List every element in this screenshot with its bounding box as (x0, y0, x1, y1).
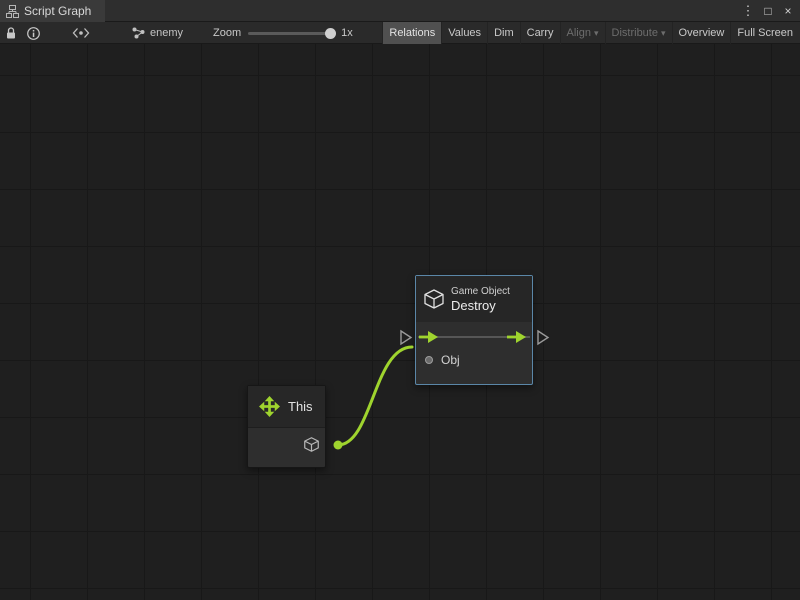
window-controls: ⋮ □ × (740, 0, 796, 22)
angle-brackets-dot-icon (72, 27, 90, 39)
node-destroy[interactable]: Game Object Destroy Obj (415, 275, 533, 385)
external-output-triangle-icon[interactable] (538, 331, 548, 344)
zoom-label: Zoom (213, 27, 241, 39)
graph-toolbar: enemy Zoom 1x Relations Values Dim Carry… (0, 22, 800, 44)
tab-script-graph[interactable]: Script Graph (0, 0, 105, 22)
embed-graph-button[interactable] (70, 22, 92, 44)
window-menu-icon[interactable]: ⋮ (740, 0, 756, 22)
obj-port-label: Obj (441, 353, 460, 367)
tab-title: Script Graph (24, 4, 91, 18)
graph-breadcrumb[interactable]: enemy (132, 27, 183, 39)
align-label: Align (567, 27, 591, 39)
values-button[interactable]: Values (441, 22, 487, 44)
obj-port[interactable] (425, 356, 433, 364)
zoom-slider-knob[interactable] (325, 28, 336, 39)
node-title: Destroy (451, 298, 510, 313)
distribute-dropdown[interactable]: Distribute ▾ (605, 22, 672, 44)
graph-icon (132, 27, 145, 39)
window-titlebar: Script Graph ⋮ □ × (0, 0, 800, 22)
node-destroy-header: Game Object Destroy (416, 276, 532, 322)
chevron-down-icon: ▾ (661, 29, 666, 38)
connection-wire[interactable] (338, 347, 412, 445)
info-icon (27, 27, 40, 40)
values-label: Values (448, 27, 481, 39)
toolbar-left-group: enemy Zoom 1x (0, 22, 353, 44)
node-this[interactable]: This (247, 385, 326, 468)
overview-button[interactable]: Overview (672, 22, 731, 44)
align-dropdown[interactable]: Align ▾ (560, 22, 605, 44)
relations-label: Relations (389, 27, 435, 39)
zoom-value: 1x (341, 27, 353, 39)
dim-label: Dim (494, 27, 514, 39)
maximize-icon[interactable]: □ (760, 0, 776, 22)
close-icon[interactable]: × (780, 0, 796, 22)
node-this-header: This (248, 386, 325, 428)
carry-label: Carry (527, 27, 554, 39)
fullscreen-button[interactable]: Full Screen (730, 22, 799, 44)
cube-icon (424, 289, 444, 309)
connections-overlay (0, 44, 800, 600)
control-input-arrow-icon[interactable] (419, 331, 438, 343)
external-input-triangle-icon[interactable] (401, 331, 411, 344)
node-title: This (288, 399, 313, 414)
graph-canvas[interactable]: Game Object Destroy Obj (0, 44, 800, 600)
script-graph-icon (6, 5, 19, 18)
overview-label: Overview (679, 27, 725, 39)
toolbar-right-group: Relations Values Dim Carry Align ▾ Distr… (382, 22, 799, 44)
zoom-slider[interactable] (248, 32, 334, 35)
this-gizmo-icon (259, 396, 280, 417)
distribute-label: Distribute (612, 27, 658, 39)
lock-icon (5, 27, 17, 40)
chevron-down-icon: ▾ (594, 29, 599, 38)
lock-button[interactable] (0, 22, 22, 44)
carry-button[interactable]: Carry (520, 22, 560, 44)
obj-port-row: Obj (416, 349, 460, 371)
control-output-arrow-icon[interactable] (507, 331, 526, 343)
zoom-control: Zoom 1x (213, 27, 353, 39)
inspect-button[interactable] (22, 22, 44, 44)
relations-button[interactable]: Relations (382, 22, 441, 44)
fullscreen-label: Full Screen (737, 27, 793, 39)
connection-source-dot[interactable] (334, 441, 343, 450)
graph-name-label: enemy (150, 27, 183, 39)
node-category: Game Object (451, 286, 510, 297)
gameobject-output-port-cube-icon[interactable] (304, 437, 319, 452)
dim-button[interactable]: Dim (487, 22, 520, 44)
